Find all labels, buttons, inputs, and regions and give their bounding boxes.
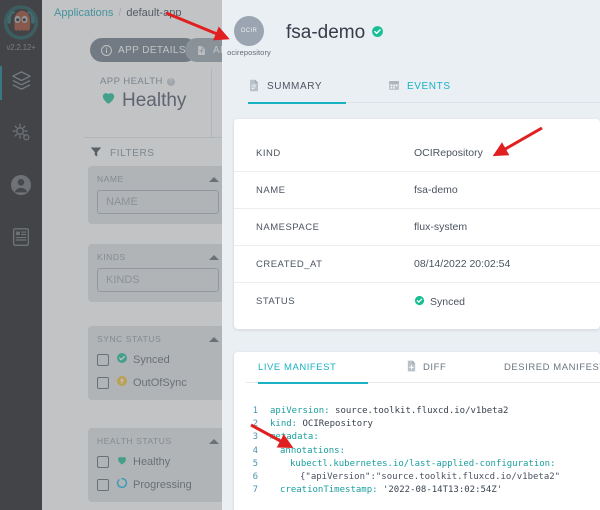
- code-key: apiVersion:: [270, 405, 330, 418]
- manifest-card: LIVE MANIFEST DIFF DESIRED MANIFEST 1api…: [234, 352, 600, 510]
- synced-check-icon: [414, 295, 430, 309]
- line-number: 7: [244, 484, 270, 497]
- table-row: STATUS Synced: [234, 283, 600, 320]
- code-key: annotations:: [270, 445, 345, 458]
- resource-details-panel: OCIR ocirepository fsa-demo SUMMARY EVEN…: [222, 0, 600, 510]
- code-line: 3metadata:: [244, 431, 600, 444]
- tab-live-manifest-label: LIVE MANIFEST: [258, 362, 336, 373]
- page-title: fsa-demo: [286, 22, 384, 44]
- resource-title-text: fsa-demo: [286, 22, 365, 44]
- tab-events[interactable]: EVENTS: [388, 70, 451, 103]
- code-value: '2022-08-14T13:02:54Z': [378, 484, 503, 497]
- code-value: OCIRepository: [297, 418, 373, 431]
- summary-key: STATUS: [256, 296, 414, 307]
- summary-value: 08/14/2022 20:02:54: [414, 258, 510, 270]
- manifest-tabs: LIVE MANIFEST DIFF DESIRED MANIFEST: [246, 352, 600, 383]
- line-number: 3: [244, 431, 270, 444]
- modal-dim-overlay-rail: [0, 0, 42, 510]
- tab-desired-manifest-label: DESIRED MANIFEST: [504, 362, 600, 373]
- summary-value: OCIRepository: [414, 147, 483, 159]
- code-value: {"apiVersion":"source.toolkit.fluxcd.io/…: [300, 471, 560, 484]
- code-line: 5kubectl.kubernetes.io/last-applied-conf…: [244, 458, 600, 471]
- tab-diff[interactable]: DIFF: [406, 352, 446, 383]
- line-number: 5: [244, 458, 270, 471]
- summary-key: CREATED_AT: [256, 259, 414, 270]
- tab-summary[interactable]: SUMMARY: [248, 70, 346, 103]
- summary-value: flux-system: [414, 221, 467, 233]
- summary-key: NAME: [256, 185, 414, 196]
- tab-diff-label: DIFF: [423, 362, 446, 373]
- diff-icon: [406, 360, 423, 375]
- tab-desired-manifest[interactable]: DESIRED MANIFEST: [504, 352, 600, 383]
- code-key: metadata:: [270, 431, 319, 444]
- code-line: 4annotations:: [244, 445, 600, 458]
- summary-value: fsa-demo: [414, 184, 458, 196]
- panel-tabs: SUMMARY EVENTS: [248, 70, 600, 103]
- tab-summary-label: SUMMARY: [267, 81, 322, 92]
- tab-events-label: EVENTS: [407, 81, 451, 92]
- summary-key: NAMESPACE: [256, 222, 414, 233]
- status-badge: Synced: [430, 296, 465, 308]
- code-line: 1apiVersion: source.toolkit.fluxcd.io/v1…: [244, 405, 600, 418]
- line-number: 2: [244, 418, 270, 431]
- resource-kind-badge-text: OCIR: [241, 28, 258, 34]
- code-line: 7creationTimestamp: '2022-08-14T13:02:54…: [244, 484, 600, 497]
- calendar-icon: [388, 79, 407, 94]
- tab-live-manifest[interactable]: LIVE MANIFEST: [258, 352, 368, 383]
- document-icon: [248, 79, 267, 95]
- code-key: kind:: [270, 418, 297, 431]
- summary-key: KIND: [256, 148, 414, 159]
- table-row: KIND OCIRepository: [234, 135, 600, 172]
- synced-check-icon: [365, 22, 384, 44]
- resource-kind-label: ocirepository: [222, 48, 280, 57]
- code-key: [270, 471, 300, 484]
- code-key: kubectl.kubernetes.io/last-applied-confi…: [270, 458, 556, 471]
- code-key: creationTimestamp:: [270, 484, 378, 497]
- live-manifest-code[interactable]: 1apiVersion: source.toolkit.fluxcd.io/v1…: [234, 405, 600, 497]
- line-number: 1: [244, 405, 270, 418]
- table-row: NAME fsa-demo: [234, 172, 600, 209]
- table-row: CREATED_AT 08/14/2022 20:02:54: [234, 246, 600, 283]
- panel-header: OCIR ocirepository fsa-demo: [222, 0, 600, 70]
- line-number: 4: [244, 445, 270, 458]
- resource-kind-badge: OCIR: [234, 16, 264, 46]
- code-value: source.toolkit.fluxcd.io/v1beta2: [330, 405, 509, 418]
- summary-value-status: Synced: [414, 295, 465, 309]
- summary-card: KIND OCIRepository NAME fsa-demo NAMESPA…: [234, 119, 600, 329]
- code-line: 2kind: OCIRepository: [244, 418, 600, 431]
- table-row: NAMESPACE flux-system: [234, 209, 600, 246]
- code-line: 6 {"apiVersion":"source.toolkit.fluxcd.io…: [244, 471, 600, 484]
- line-number: 6: [244, 471, 270, 484]
